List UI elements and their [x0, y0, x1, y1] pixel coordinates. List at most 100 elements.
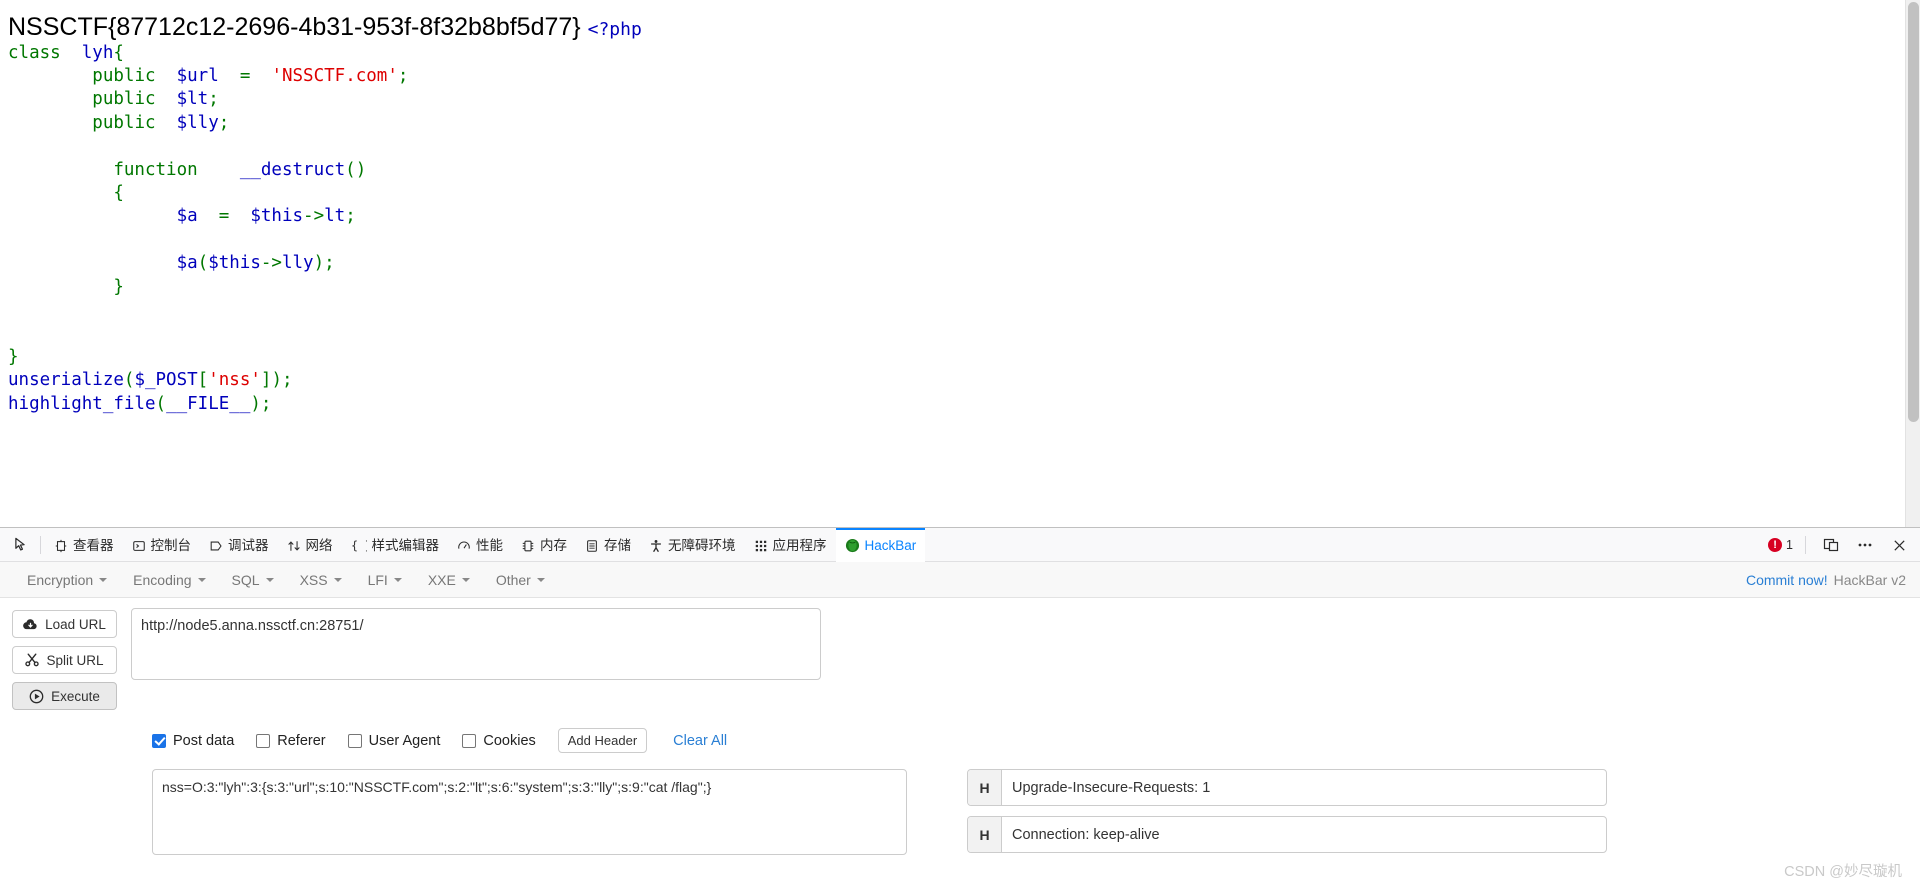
devtools-tab-performance[interactable]: 性能 [448, 528, 512, 562]
page-scrollbar[interactable] [1905, 0, 1920, 527]
devtools-tab-label: 查看器 [73, 537, 114, 553]
clear-all-link[interactable]: Clear All [673, 733, 727, 749]
execute-button[interactable]: Execute [12, 682, 117, 710]
network-icon [287, 539, 301, 553]
execute-label: Execute [51, 688, 100, 704]
error-count-badge[interactable]: ! 1 [1768, 538, 1793, 552]
hackbar-menubar: Encryption Encoding SQL XSS LFI XXE Other Comm… [0, 562, 1920, 598]
checkbox-label: User Agent [368, 732, 441, 749]
header-value-input[interactable]: Upgrade-Insecure-Requests: 1 [1002, 770, 1606, 805]
devtools-tab-hackbar[interactable]: HackBar [835, 527, 926, 562]
php-open-tag: <?php [587, 19, 642, 40]
checkbox-box[interactable] [347, 733, 362, 748]
devtools-tab-label: HackBar [864, 537, 917, 553]
devtools-tab-network[interactable]: 网络 [278, 528, 342, 562]
checkbox-label: Referer [277, 732, 326, 749]
hackbar-url-row: Load URL Split URL Execute [12, 608, 1908, 710]
checkbox-box[interactable] [152, 733, 166, 748]
element-picker-icon[interactable] [6, 532, 36, 558]
checkbox-post-data[interactable]: Post data [152, 733, 234, 749]
header-row[interactable]: H Connection: keep-alive [967, 816, 1607, 853]
chevron-down-icon [536, 577, 545, 582]
hackbar-menu-label: SQL [231, 571, 260, 588]
chevron-down-icon [197, 577, 206, 582]
hackbar-menu-label: Encryption [27, 571, 94, 588]
page-scrollbar-thumb[interactable] [1908, 2, 1919, 422]
chevron-down-icon [265, 577, 274, 582]
add-header-button[interactable]: Add Header [557, 728, 648, 753]
hackbar-postdata-row: HUpgrade-Insecure-Requests: 1 HConnection… [12, 769, 1908, 855]
checkbox-label: Cookies [483, 732, 536, 749]
commit-now-link[interactable]: Commit now! [1746, 572, 1828, 588]
chevron-down-icon [99, 577, 108, 582]
hackbar-icon [845, 538, 860, 553]
toolbar-divider [40, 535, 41, 554]
performance-icon [457, 539, 471, 553]
devtools-tab-style-editor[interactable]: { } 样式编辑器 [342, 528, 449, 562]
header-type-label: H [968, 817, 1002, 852]
devtools-tab-inspector[interactable]: 查看器 [45, 528, 123, 562]
devtools-tab-memory[interactable]: 内存 [512, 528, 576, 562]
error-count-label: 1 [1786, 538, 1793, 552]
checkbox-box[interactable] [256, 733, 271, 748]
devtools-tab-label: 调试器 [228, 537, 269, 553]
hackbar-menu-label: Other [495, 571, 531, 588]
devtools-tab-label: 样式编辑器 [371, 537, 440, 553]
hackbar-panel: Encryption Encoding SQL XSS LFI XXE Other Comm… [0, 562, 1920, 887]
hackbar-menu-xss[interactable]: XSS [287, 562, 355, 598]
hackbar-menu-encryption[interactable]: Encryption [14, 562, 120, 598]
scissors-icon [25, 653, 40, 667]
play-circle-icon [29, 689, 44, 703]
header-value-input[interactable]: Connection: keep-alive [1002, 817, 1606, 852]
hackbar-body: Load URL Split URL Execute Post data Refe… [0, 598, 1920, 855]
hackbar-menu-lfi[interactable]: LFI [355, 562, 415, 598]
close-devtools-icon[interactable] [1886, 532, 1912, 558]
application-icon [754, 539, 768, 553]
flag-line: NSSCTF{87712c12-2696-4b31-953f-8f32b8bf5… [0, 0, 1920, 42]
chevron-down-icon [393, 577, 402, 582]
checkbox-label: Post data [173, 732, 235, 749]
hackbar-checkbox-list: Post data Referer User Agent Cookies [152, 733, 558, 749]
load-url-label: Load URL [45, 616, 106, 632]
chevron-down-icon [333, 577, 342, 582]
chevron-down-icon [461, 577, 470, 582]
hackbar-menu-encoding[interactable]: Encoding [120, 562, 218, 598]
devtools-panel: 查看器 控制台 调试器 网络 { } 样式编辑器 性能 内存 存储 无障碍环境 应用程序 HackBa… [0, 527, 1920, 887]
devtools-tab-application[interactable]: 应用程序 [745, 528, 836, 562]
devtools-tab-accessibility[interactable]: 无障碍环境 [640, 528, 745, 562]
checkbox-referer[interactable]: Referer [256, 732, 326, 749]
devtools-tab-debugger[interactable]: 调试器 [200, 528, 278, 562]
devtools-tab-console[interactable]: 控制台 [123, 528, 201, 562]
hackbar-menu-xxe[interactable]: XXE [415, 562, 483, 598]
load-url-button[interactable]: Load URL [12, 610, 117, 638]
page-content-area: NSSCTF{87712c12-2696-4b31-953f-8f32b8bf5… [0, 0, 1920, 527]
svg-text:{ }: { } [351, 539, 367, 553]
storage-icon [585, 539, 599, 553]
toolbar-divider-2 [1805, 536, 1806, 554]
checkbox-cookies[interactable]: Cookies [462, 732, 536, 749]
header-row[interactable]: H Upgrade-Insecure-Requests: 1 [967, 769, 1607, 806]
devtools-toolbar: 查看器 控制台 调试器 网络 { } 样式编辑器 性能 内存 存储 无障碍环境 应用程序 HackBa… [0, 527, 1920, 562]
hackbar-version-label: HackBar v2 [1833, 572, 1906, 588]
hackbar-menu-label: LFI [367, 571, 388, 588]
devtools-tab-label: 内存 [540, 537, 567, 553]
hackbar-menu-sql[interactable]: SQL [219, 562, 287, 598]
memory-icon [521, 539, 535, 553]
error-icon: ! [1768, 538, 1783, 552]
php-source-code: class lyh{ public $url = 'NSSCTF.com'; p… [8, 42, 409, 414]
hackbar-brand: Commit now! HackBar v2 [1746, 562, 1906, 598]
checkbox-user-agent[interactable]: User Agent [347, 732, 441, 749]
hackbar-menu-label: Encoding [133, 571, 192, 588]
more-options-icon[interactable] [1852, 532, 1878, 558]
accessibility-icon [649, 539, 663, 553]
devtools-tab-label: 无障碍环境 [668, 537, 736, 553]
post-data-input[interactable] [152, 769, 907, 855]
responsive-design-mode-icon[interactable] [1818, 532, 1844, 558]
split-url-button[interactable]: Split URL [12, 646, 117, 674]
checkbox-box[interactable] [462, 733, 477, 748]
url-input[interactable] [131, 608, 821, 680]
devtools-tab-storage[interactable]: 存储 [576, 528, 640, 562]
hackbar-menu-other[interactable]: Other [483, 562, 558, 598]
split-url-label: Split URL [46, 652, 104, 668]
devtools-tab-label: 性能 [476, 537, 503, 553]
